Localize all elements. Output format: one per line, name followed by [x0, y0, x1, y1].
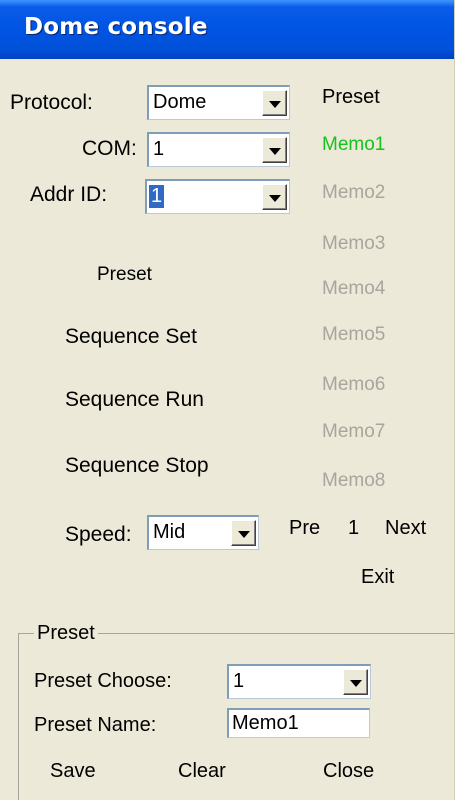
chevron-down-icon[interactable]	[262, 184, 287, 210]
com-value: 1	[153, 138, 165, 160]
preset-group-title: Preset	[34, 622, 98, 645]
preset-name-input[interactable]	[229, 710, 369, 737]
save-button[interactable]: Save	[50, 760, 96, 783]
com-dropdown[interactable]: 1	[147, 132, 290, 167]
sequence-set-button[interactable]: Sequence Set	[65, 325, 197, 349]
preset-heading: Preset	[322, 86, 380, 108]
addr-id-label: Addr ID:	[30, 183, 108, 206]
title-bar[interactable]: Dome console	[0, 0, 454, 59]
speed-dropdown[interactable]: Mid	[147, 515, 259, 550]
speed-label: Speed:	[65, 523, 132, 546]
memo-2-button[interactable]: Memo2	[322, 182, 385, 204]
memo-5-button[interactable]: Memo5	[322, 324, 385, 346]
memo-1-button[interactable]: Memo1	[322, 134, 385, 156]
window-title: Dome console	[24, 14, 208, 40]
preset-choose-dropdown[interactable]: 1	[227, 664, 371, 699]
sequence-run-button[interactable]: Sequence Run	[65, 388, 204, 412]
chevron-down-icon[interactable]	[231, 520, 256, 546]
protocol-label: Protocol:	[10, 91, 93, 114]
chevron-down-icon[interactable]	[262, 90, 287, 116]
memo-6-button[interactable]: Memo6	[322, 374, 385, 396]
preset-button[interactable]: Preset	[97, 264, 152, 286]
next-button[interactable]: Next	[385, 517, 426, 540]
sequence-stop-button[interactable]: Sequence Stop	[65, 454, 209, 478]
chevron-down-icon[interactable]	[262, 137, 287, 163]
preset-choose-value: 1	[233, 670, 245, 692]
speed-value: Mid	[153, 521, 186, 543]
preset-name-label: Preset Name:	[34, 714, 157, 736]
memo-8-button[interactable]: Memo8	[322, 470, 385, 492]
com-label: COM:	[82, 137, 137, 160]
page-number: 1	[348, 517, 360, 539]
protocol-value: Dome	[153, 91, 207, 113]
chevron-down-icon[interactable]	[343, 669, 368, 695]
memo-7-button[interactable]: Memo7	[322, 421, 385, 443]
memo-4-button[interactable]: Memo4	[322, 278, 385, 300]
addr-id-dropdown[interactable]: 1	[145, 179, 290, 214]
preset-name-field[interactable]	[227, 708, 370, 738]
preset-choose-label: Preset Choose:	[34, 670, 172, 692]
protocol-dropdown[interactable]: Dome	[147, 85, 290, 120]
clear-button[interactable]: Clear	[178, 760, 226, 783]
addr-id-value: 1	[149, 185, 165, 208]
pre-button[interactable]: Pre	[289, 517, 320, 540]
exit-button[interactable]: Exit	[361, 566, 394, 589]
dome-console-window: Dome console Protocol: Dome COM: 1 Addr …	[0, 0, 455, 800]
memo-3-button[interactable]: Memo3	[322, 233, 385, 255]
close-button[interactable]: Close	[323, 760, 374, 783]
